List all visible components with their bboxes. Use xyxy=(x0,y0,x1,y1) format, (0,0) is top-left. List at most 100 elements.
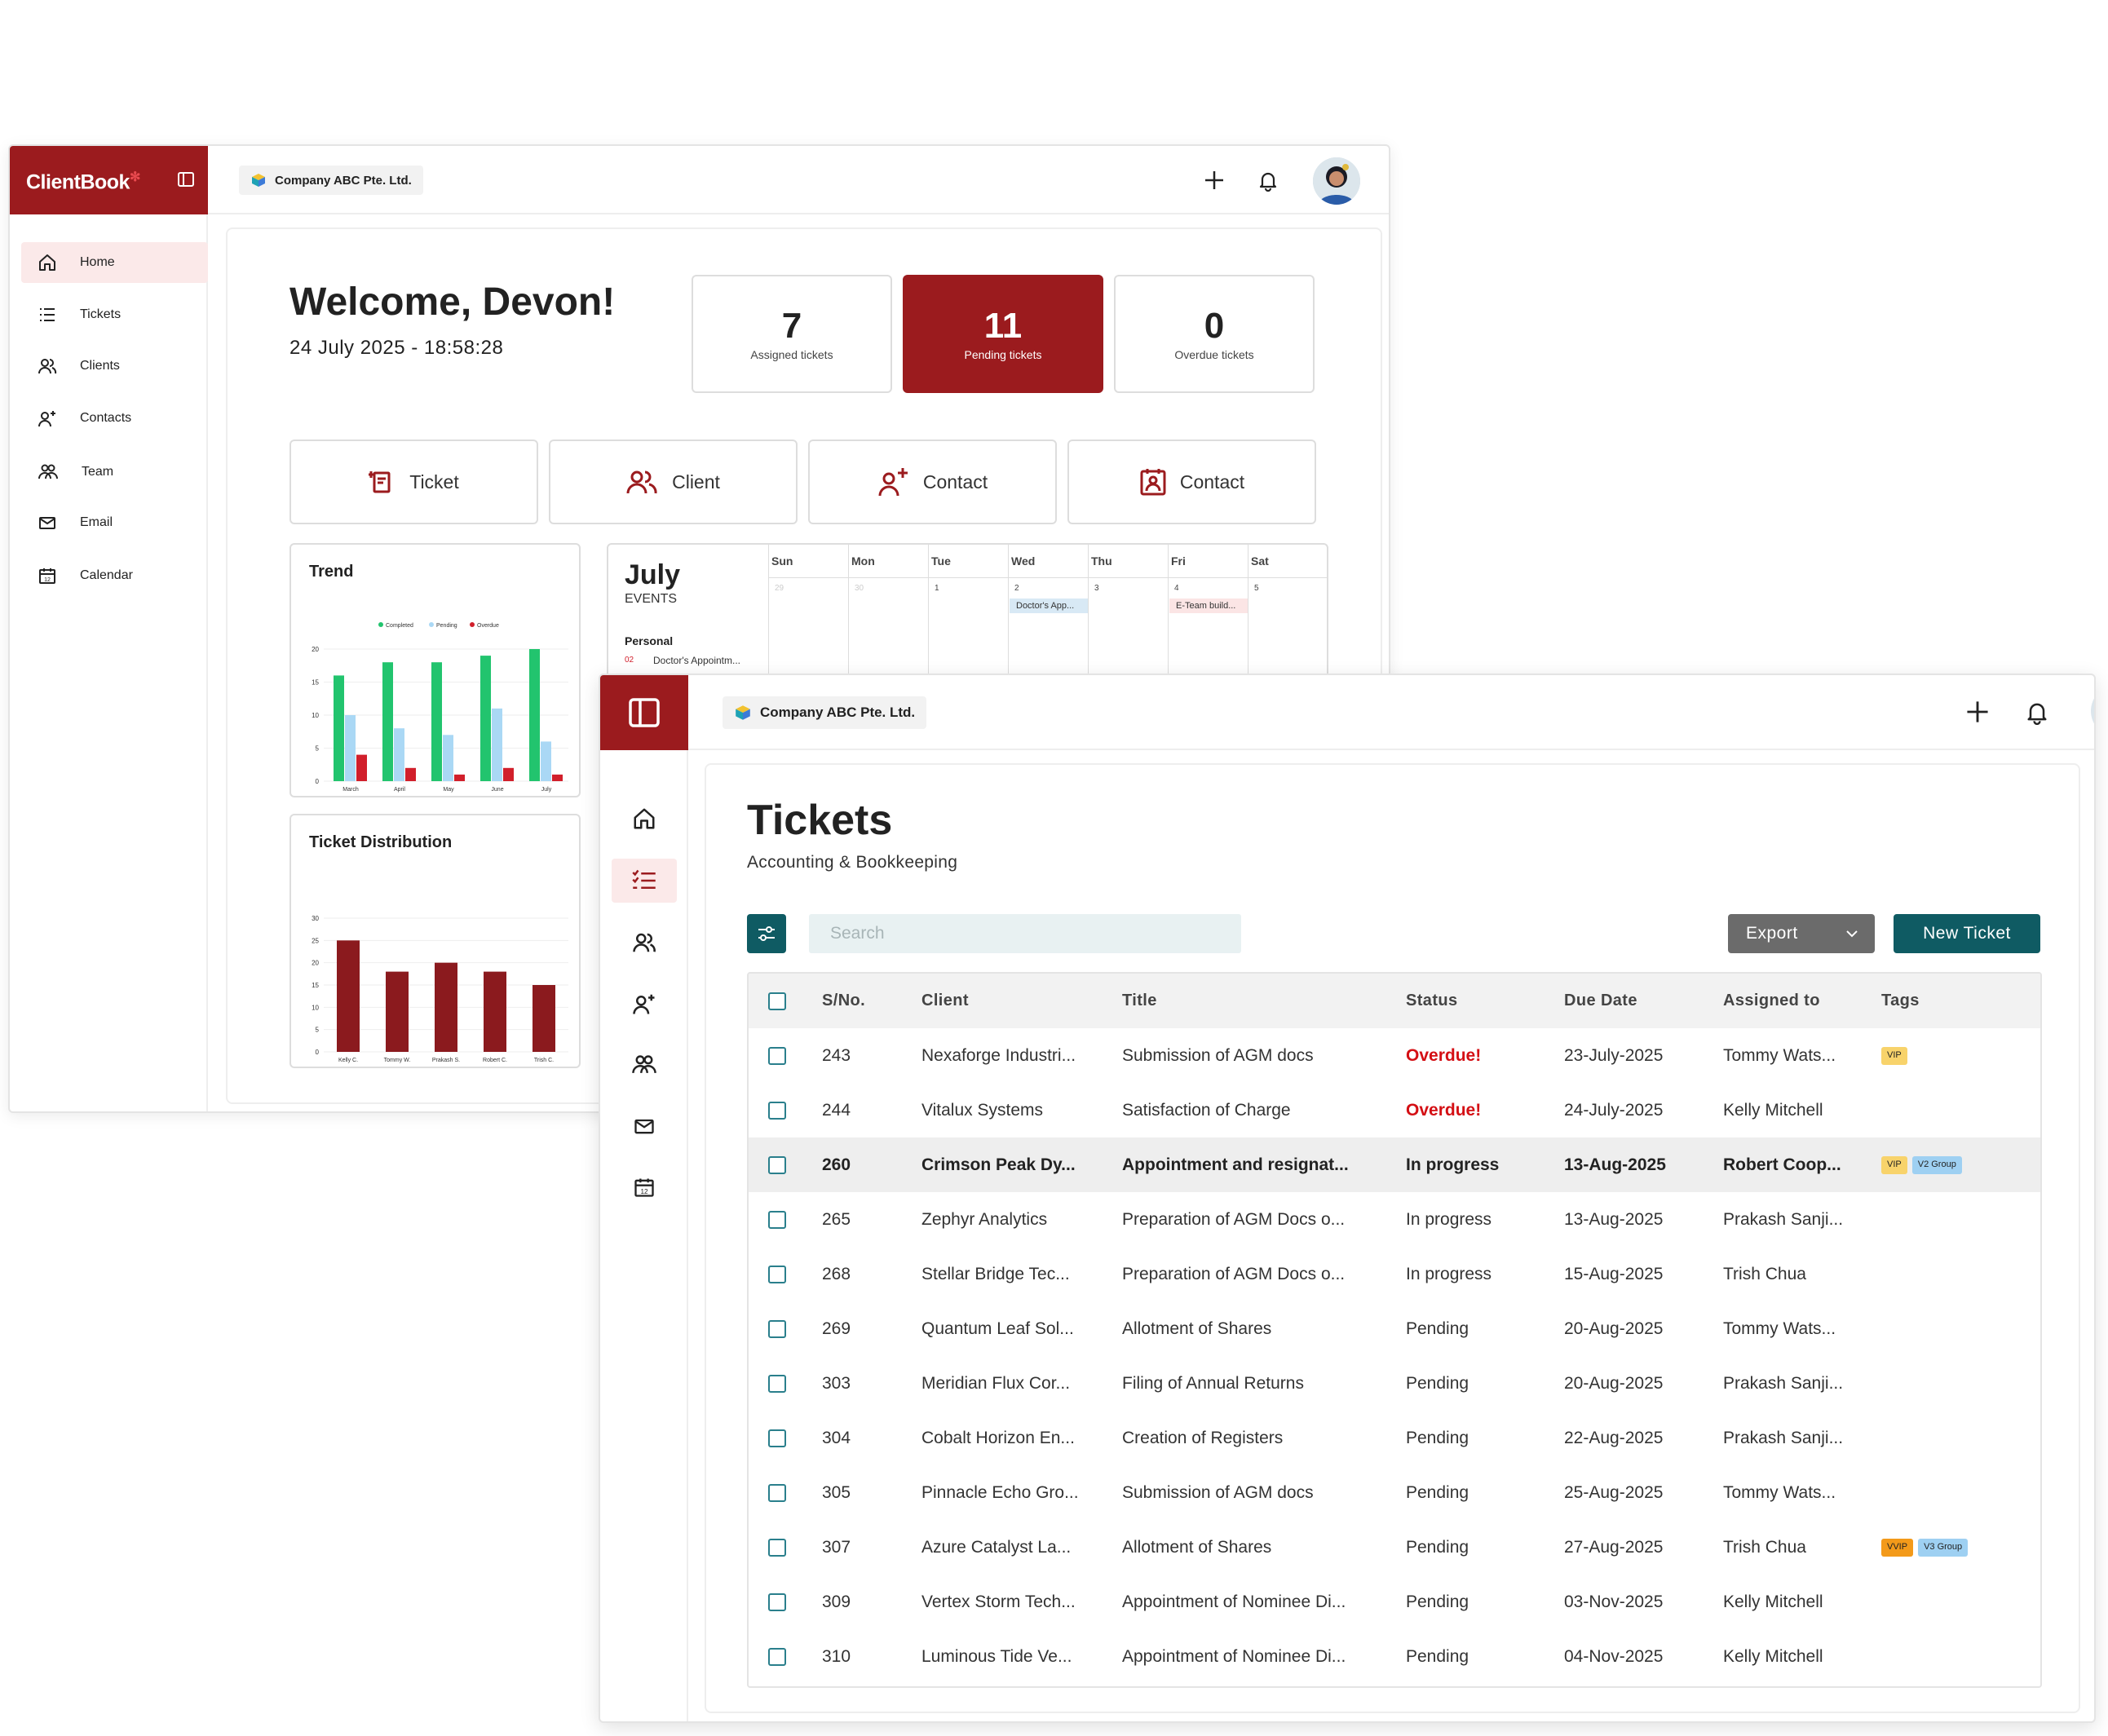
trend-bar[interactable] xyxy=(382,662,393,781)
distribution-bar[interactable] xyxy=(533,985,555,1052)
row-checkbox[interactable] xyxy=(768,1539,786,1557)
trend-bar[interactable] xyxy=(552,774,563,781)
trend-bar[interactable] xyxy=(431,662,442,781)
sidebar-item-contacts[interactable] xyxy=(612,982,677,1026)
add-icon[interactable] xyxy=(1203,169,1226,192)
company-selector[interactable]: Company ABC Pte. Ltd. xyxy=(239,166,423,195)
calendar-event-wed[interactable]: Doctor's App... xyxy=(1010,599,1088,613)
distribution-bar[interactable] xyxy=(337,940,360,1052)
trend-bar[interactable] xyxy=(541,741,551,781)
collapse-sidebar-icon[interactable] xyxy=(177,170,195,188)
select-all-checkbox[interactable] xyxy=(768,992,786,1010)
avatar[interactable] xyxy=(1313,157,1360,205)
stat-pending-tickets[interactable]: 11 Pending tickets xyxy=(903,275,1103,393)
bell-icon[interactable] xyxy=(1257,169,1279,192)
personal-event[interactable]: Doctor's Appointm... xyxy=(653,655,740,666)
table-row[interactable]: 307 Azure Catalyst La... Allotment of Shar… xyxy=(749,1520,2040,1575)
calendar-date[interactable]: 1 xyxy=(935,584,939,593)
row-checkbox[interactable] xyxy=(768,1429,786,1447)
trend-bar[interactable] xyxy=(492,708,502,781)
trend-bar[interactable] xyxy=(529,649,540,781)
sidebar-item-team[interactable] xyxy=(612,1043,677,1087)
company-selector[interactable]: Company ABC Pte. Ltd. xyxy=(723,696,927,729)
row-checkbox[interactable] xyxy=(768,1320,786,1338)
row-checkbox[interactable] xyxy=(768,1593,786,1611)
calendar-date[interactable]: 29 xyxy=(775,584,784,593)
calendar-date[interactable]: 30 xyxy=(855,584,864,593)
collapse-sidebar-icon[interactable] xyxy=(628,696,661,729)
distribution-bar[interactable] xyxy=(435,962,457,1052)
sidebar-item-contacts[interactable]: Contacts xyxy=(21,398,208,439)
trend-bar[interactable] xyxy=(443,735,453,781)
sidebar-item-email[interactable] xyxy=(612,1104,677,1148)
trend-bar[interactable] xyxy=(405,767,416,781)
add-icon[interactable] xyxy=(1964,699,1991,725)
new-contact-quick-button[interactable]: Contact xyxy=(808,440,1057,524)
export-dropdown[interactable]: Export xyxy=(1728,914,1875,953)
column-header-assigned-to[interactable]: Assigned to xyxy=(1723,974,1820,1028)
sidebar-item-calendar[interactable]: 12 Calendar xyxy=(21,555,208,596)
stat-assigned-tickets[interactable]: 7 Assigned tickets xyxy=(692,275,892,393)
table-row[interactable]: 303 Meridian Flux Cor... Filing of Annual … xyxy=(749,1356,2040,1411)
distribution-bar[interactable] xyxy=(386,971,409,1052)
search-input[interactable] xyxy=(809,914,1241,953)
sidebar-item-home[interactable]: Home xyxy=(21,242,208,283)
trend-bar[interactable] xyxy=(454,774,465,781)
distribution-bar[interactable] xyxy=(484,971,506,1052)
sidebar-item-tickets[interactable] xyxy=(612,859,677,903)
trend-bar[interactable] xyxy=(356,754,367,781)
sidebar-item-clients[interactable]: Clients xyxy=(21,346,208,387)
table-row[interactable]: 268 Stellar Bridge Tec... Preparation of A… xyxy=(749,1247,2040,1301)
sidebar-item-calendar[interactable]: 12 xyxy=(612,1165,677,1209)
table-row[interactable]: 265 Zephyr Analytics Preparation of AGM Do… xyxy=(749,1192,2040,1247)
table-row[interactable]: 309 Vertex Storm Tech... Appointment of No… xyxy=(749,1575,2040,1629)
column-header-due-date[interactable]: Due Date xyxy=(1564,974,1637,1028)
calendar-date[interactable]: 4 xyxy=(1174,584,1179,593)
trend-bar[interactable] xyxy=(394,728,404,781)
table-row[interactable]: 260 Crimson Peak Dy... Appointment and res… xyxy=(749,1137,2040,1192)
table-row[interactable]: 244 Vitalux Systems Satisfaction of Charge… xyxy=(749,1083,2040,1137)
contact-card-quick-button[interactable]: Contact xyxy=(1067,440,1316,524)
row-checkbox[interactable] xyxy=(768,1102,786,1120)
table-row[interactable]: 310 Luminous Tide Ve... Appointment of Nom… xyxy=(749,1629,2040,1684)
filter-button[interactable] xyxy=(747,914,786,953)
row-checkbox[interactable] xyxy=(768,1047,786,1065)
row-checkbox[interactable] xyxy=(768,1211,786,1229)
row-checkbox[interactable] xyxy=(768,1266,786,1283)
table-row[interactable]: 243 Nexaforge Industri... Submission of AG… xyxy=(749,1028,2040,1083)
column-header-status[interactable]: Status xyxy=(1406,974,1458,1028)
calendar-event-fri[interactable]: E-Team build... xyxy=(1169,599,1248,613)
trend-bar[interactable] xyxy=(334,675,344,781)
row-checkbox[interactable] xyxy=(768,1648,786,1666)
column-header-client[interactable]: Client xyxy=(921,974,969,1028)
table-row[interactable]: 304 Cobalt Horizon En... Creation of Regis… xyxy=(749,1411,2040,1465)
sidebar-item-email[interactable]: Email xyxy=(21,502,208,543)
calendar-date[interactable]: 2 xyxy=(1014,584,1019,593)
stat-overdue-tickets[interactable]: 0 Overdue tickets xyxy=(1114,275,1315,393)
column-header-sno[interactable]: S/No. xyxy=(822,974,865,1028)
trend-bar[interactable] xyxy=(480,656,491,781)
row-checkbox[interactable] xyxy=(768,1156,786,1174)
calendar-date[interactable]: 3 xyxy=(1094,584,1099,593)
row-checkbox[interactable] xyxy=(768,1484,786,1502)
avatar[interactable] xyxy=(2091,685,2094,737)
sidebar-item-home[interactable] xyxy=(612,797,677,841)
bell-icon[interactable] xyxy=(2024,699,2050,725)
new-client-quick-button[interactable]: Client xyxy=(549,440,798,524)
sidebar-item-tickets[interactable]: Tickets xyxy=(21,294,208,335)
new-ticket-button[interactable]: New Ticket xyxy=(1894,914,2040,953)
column-header-tags[interactable]: Tags xyxy=(1881,974,1920,1028)
trend-bar[interactable] xyxy=(503,767,514,781)
table-row[interactable]: 305 Pinnacle Echo Gro... Submission of AGM… xyxy=(749,1465,2040,1520)
cell-title: Appointment of Nominee Di... xyxy=(1122,1592,1346,1611)
table-row[interactable]: 269 Quantum Leaf Sol... Allotment of Share… xyxy=(749,1301,2040,1356)
calendar-date[interactable]: 5 xyxy=(1254,584,1259,593)
column-header-title[interactable]: Title xyxy=(1122,974,1157,1028)
new-ticket-quick-button[interactable]: Ticket xyxy=(289,440,538,524)
trend-bar[interactable] xyxy=(345,715,356,781)
sidebar-item-team[interactable]: Team xyxy=(21,452,208,493)
cell-assigned-to: Trish Chua xyxy=(1723,1265,1806,1283)
cell-tags: VVIP V3 Group xyxy=(1881,1520,1973,1575)
row-checkbox[interactable] xyxy=(768,1375,786,1393)
sidebar-item-clients[interactable] xyxy=(612,921,677,965)
